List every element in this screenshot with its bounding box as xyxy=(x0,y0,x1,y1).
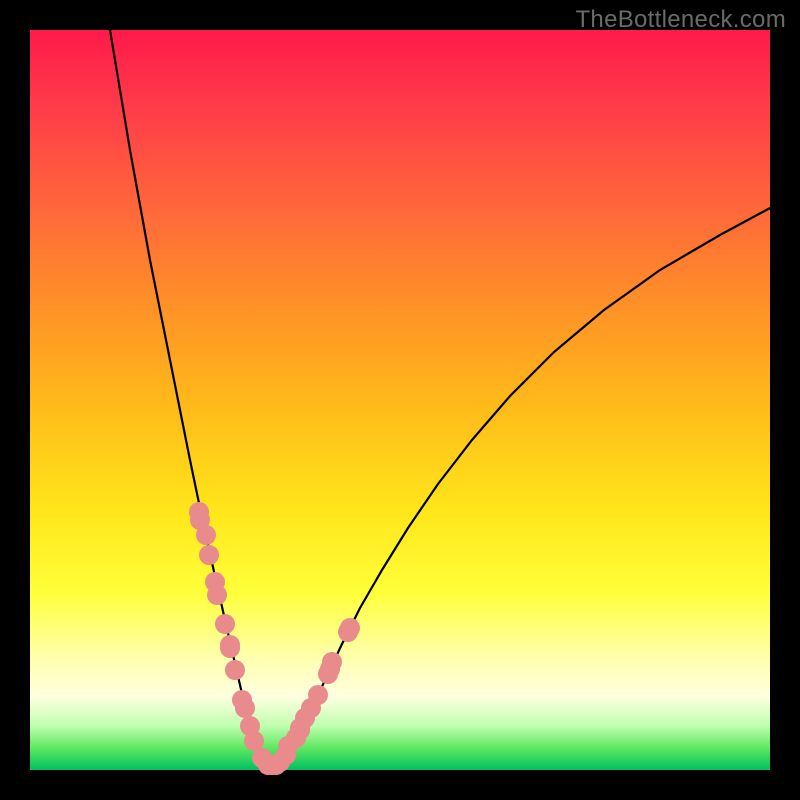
plot-svg xyxy=(30,30,770,770)
data-point xyxy=(318,664,338,684)
data-point xyxy=(270,752,290,772)
v-curve xyxy=(110,30,770,768)
watermark-text: TheBottleneck.com xyxy=(575,6,786,34)
data-point xyxy=(308,685,328,705)
data-point xyxy=(189,502,209,522)
data-point xyxy=(220,638,240,658)
data-point xyxy=(207,585,227,605)
data-point xyxy=(340,618,360,638)
data-markers xyxy=(189,502,360,775)
data-point xyxy=(244,731,264,751)
data-point xyxy=(232,690,252,710)
gradient-plot-area xyxy=(30,30,770,770)
data-point xyxy=(199,545,219,565)
data-point xyxy=(215,614,235,634)
data-point xyxy=(225,660,245,680)
data-point xyxy=(196,525,216,545)
data-point xyxy=(286,728,306,748)
